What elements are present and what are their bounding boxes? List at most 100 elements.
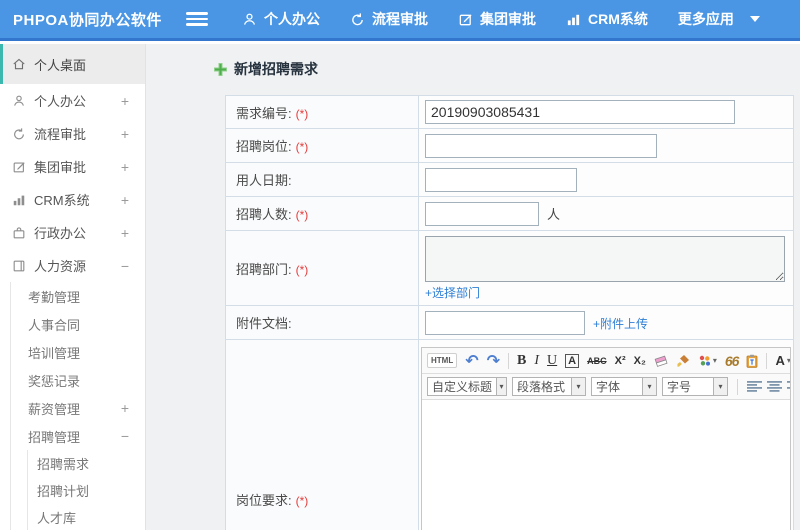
required-marker: (*): [295, 494, 309, 508]
redo-icon[interactable]: ↷: [487, 351, 500, 371]
required-marker: (*): [295, 140, 309, 154]
expander-minus[interactable]: −: [121, 258, 129, 274]
caret-down-icon: ▾: [571, 378, 585, 395]
field-label: 招聘人数:: [236, 207, 292, 222]
underline-button[interactable]: U: [547, 353, 557, 369]
align-center-icon[interactable]: [767, 381, 782, 392]
bordered-text-button[interactable]: A: [565, 353, 580, 368]
expander-plus[interactable]: +: [121, 159, 129, 175]
expander-minus[interactable]: −: [121, 428, 129, 444]
paste-icon[interactable]: [746, 354, 758, 368]
process-approval-icon: [14, 127, 24, 139]
top-menu: 个人办公 流程审批 集团审批 CRM系统 更多应用: [242, 9, 760, 29]
field-label: 招聘岗位:: [236, 139, 292, 154]
toolbar-separator: [737, 378, 738, 395]
subscript-button[interactable]: X₂: [634, 355, 646, 367]
editor-toolbar-row2: 自定义标题 ▾ 段落格式 ▾ 字体 ▾ 字号 ▾: [422, 374, 790, 400]
page-title: 新增招聘需求: [146, 44, 800, 79]
user-icon: [14, 95, 24, 106]
editor-body[interactable]: [422, 400, 790, 530]
process-approval-icon: [352, 12, 363, 25]
top-navbar: PHPOA协同办公软件 个人办公 流程审批 集团审批 CRM系统 更多应用: [0, 0, 800, 41]
app-title: PHPOA协同办公软件: [13, 11, 162, 29]
headcount-unit: 人: [547, 206, 561, 222]
recruit-department-textarea[interactable]: [425, 236, 785, 282]
editor-toolbar-row1: HTML ↶ ↷ B I U A ABC X² X₂ ▾ 66 A: [422, 348, 790, 374]
caret-down-icon[interactable]: [749, 16, 760, 22]
field-label: 岗位要求:: [236, 493, 292, 508]
undo-icon[interactable]: ↶: [465, 351, 478, 371]
sidebar-item-attendance[interactable]: 考勤管理: [11, 282, 145, 310]
field-label: 附件文档:: [236, 316, 292, 331]
hr-submenu: 考勤管理 人事合同 培训管理 奖惩记录 薪资管理 + 招聘管理 − 招聘需求 招聘计…: [10, 282, 145, 530]
sidebar-item-talent-pool[interactable]: 人才库: [28, 504, 145, 530]
required-marker: (*): [295, 262, 309, 277]
sidebar-item-personal-desktop[interactable]: 个人桌面: [0, 44, 145, 84]
sidebar: 个人桌面 个人办公 + 流程审批 + 集团审批 + CRM系统 + 行政办公 +…: [0, 44, 146, 530]
field-label: 需求编号:: [236, 105, 292, 121]
book-icon: [13, 260, 25, 271]
select-department-link[interactable]: +选择部门: [425, 284, 793, 301]
paragraph-format-select[interactable]: 段落格式 ▾: [512, 377, 586, 396]
caret-down-icon: ▾: [642, 378, 656, 395]
edit-square-icon: [13, 161, 25, 172]
sidebar-item-hr-contract[interactable]: 人事合同: [11, 310, 145, 338]
align-right-icon[interactable]: [787, 381, 790, 392]
blockquote-button[interactable]: 66: [725, 353, 740, 369]
expander-plus[interactable]: +: [121, 192, 129, 208]
required-marker: (*): [295, 106, 309, 121]
nav-personal-office[interactable]: 个人办公: [242, 9, 320, 29]
sidebar-item-human-resources[interactable]: 人力资源 −: [0, 249, 145, 282]
caret-down-icon: ▾: [787, 356, 790, 365]
expander-plus[interactable]: +: [121, 225, 129, 241]
html-source-button[interactable]: HTML: [427, 353, 458, 368]
expander-plus[interactable]: +: [121, 126, 129, 142]
sidebar-item-admin-office[interactable]: 行政办公 +: [0, 216, 145, 249]
nav-crm-system[interactable]: CRM系统: [566, 9, 648, 29]
nav-more-apps[interactable]: 更多应用: [678, 9, 734, 29]
expander-plus[interactable]: +: [121, 93, 129, 109]
field-label: 用人日期:: [236, 173, 292, 188]
caret-down-icon: ▾: [712, 356, 717, 365]
main-content: 新增招聘需求 需求编号:(*) 招聘岗位:(*) 用人日期: 招聘人数:(*) …: [146, 44, 800, 530]
sidebar-item-recruit-plan[interactable]: 招聘计划: [28, 477, 145, 504]
sidebar-item-process-approval[interactable]: 流程审批 +: [0, 117, 145, 150]
sidebar-item-reward-punishment[interactable]: 奖惩记录: [11, 366, 145, 394]
sidebar-item-training[interactable]: 培训管理: [11, 338, 145, 366]
sidebar-item-personal-office[interactable]: 个人办公 +: [0, 84, 145, 117]
field-label: 招聘部门:: [236, 261, 292, 277]
hiring-date-input[interactable]: [425, 167, 577, 192]
format-painter-icon[interactable]: [676, 354, 690, 367]
heading-select[interactable]: 自定义标题 ▾: [427, 377, 507, 396]
attachment-upload-link[interactable]: +附件上传: [593, 317, 648, 331]
font-color-button[interactable]: A▾: [775, 353, 790, 368]
superscript-button[interactable]: X²: [615, 355, 626, 367]
sidebar-item-recruitment[interactable]: 招聘管理 −: [11, 422, 145, 450]
sidebar-item-group-approval[interactable]: 集团审批 +: [0, 150, 145, 183]
expander-plus[interactable]: +: [121, 400, 129, 416]
font-size-select[interactable]: 字号 ▾: [662, 377, 728, 396]
strikethrough-button[interactable]: ABC: [587, 356, 607, 366]
italic-button[interactable]: I: [534, 353, 539, 369]
align-left-icon[interactable]: [747, 381, 762, 392]
caret-down-icon: ▾: [713, 378, 727, 395]
bar-chart-icon: [13, 195, 25, 205]
attachment-input[interactable]: [425, 310, 585, 335]
nav-process-approval[interactable]: 流程审批: [350, 9, 428, 29]
menu-toggle-icon[interactable]: [186, 12, 208, 26]
eraser-icon[interactable]: [654, 355, 668, 367]
nav-group-approval[interactable]: 集团审批: [458, 9, 536, 29]
sidebar-item-recruit-demand[interactable]: 招聘需求: [28, 450, 145, 477]
home-icon: [13, 58, 25, 70]
required-marker: (*): [295, 208, 309, 222]
sidebar-item-salary[interactable]: 薪资管理 +: [11, 394, 145, 422]
request-number-input[interactable]: [425, 100, 735, 124]
sidebar-item-crm-system[interactable]: CRM系统 +: [0, 183, 145, 216]
font-family-select[interactable]: 字体 ▾: [591, 377, 657, 396]
briefcase-icon: [13, 226, 25, 238]
headcount-input[interactable]: [425, 201, 539, 226]
highlight-color-icon[interactable]: ▾: [698, 354, 717, 367]
bold-button[interactable]: B: [517, 353, 526, 369]
edit-square-icon: [459, 13, 472, 25]
recruit-position-input[interactable]: [425, 133, 657, 158]
